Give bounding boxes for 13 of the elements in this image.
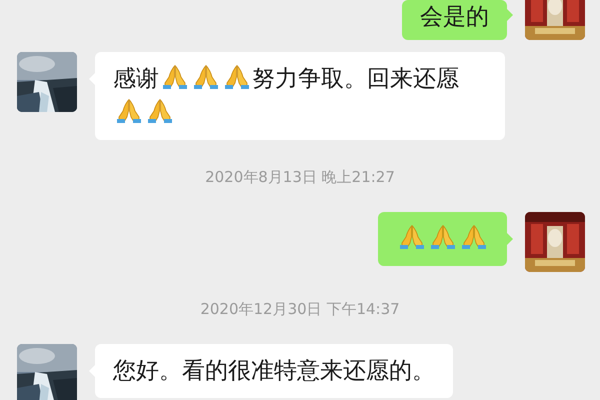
praying-hands-icon (222, 63, 250, 91)
praying-hands-icon (428, 223, 456, 251)
praying-hands-icon (460, 223, 488, 251)
praying-hands-icon (114, 97, 142, 125)
message-bubble: 感谢 努力争取。回来还愿 (95, 52, 505, 140)
message-bubble: 您好。看的很准特意来还愿的。 (95, 344, 453, 398)
praying-hands-icon (398, 223, 426, 251)
praying-hands-icon (192, 63, 220, 91)
praying-hands-icon (146, 97, 174, 125)
timestamp: 2020年12月30日 下午14:37 (200, 300, 400, 318)
praying-hands-icon (160, 63, 188, 91)
message-bubble: 会是的 (402, 0, 507, 40)
timestamp: 2020年8月13日 晚上21:27 (205, 168, 395, 186)
